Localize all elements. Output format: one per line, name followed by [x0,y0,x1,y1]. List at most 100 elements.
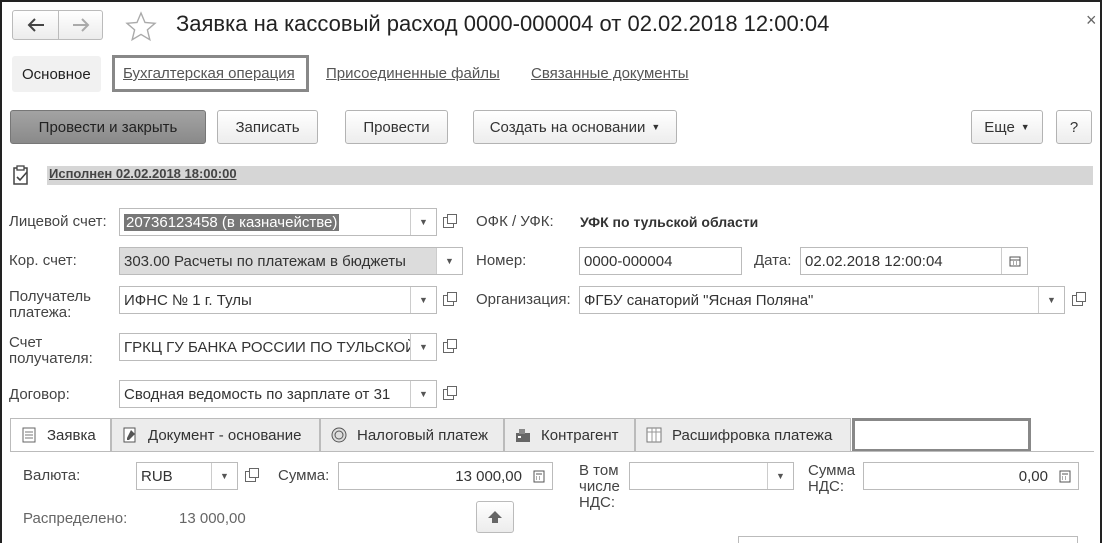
contract-field[interactable]: Сводная ведомость по зарплате от 31 ▼ [119,380,437,408]
arrow-left-icon [27,18,44,32]
number-field[interactable]: 0000-000004 [579,247,742,275]
chevron-down-icon[interactable]: ▼ [436,248,462,274]
currency-field[interactable]: RUB ▼ [136,462,238,490]
chevron-down-icon[interactable]: ▼ [410,334,436,360]
section-related[interactable]: Связанные документы [531,54,689,92]
chevron-down-icon[interactable]: ▼ [211,463,237,489]
contract-label: Договор: [9,386,70,403]
open-icon [244,467,259,482]
date-field[interactable]: 02.02.2018 12:00:04 [800,247,1028,275]
recipient-account-field[interactable]: ГРКЦ ГУ БАНКА РОССИИ ПО ТУЛЬСКОЙ ▼ [119,333,437,361]
clipboard-icon [11,165,31,187]
tab-request[interactable]: Заявка [10,418,111,452]
page-title: Заявка на кассовый расход 0000-000004 от… [176,11,830,36]
open-icon [442,213,457,228]
organization-value: ФГБУ санаторий "Ясная Поляна" [584,291,814,309]
more-button[interactable]: Еще ▼ [971,110,1043,144]
star-icon [125,11,157,42]
corr-account-value: 303.00 Расчеты по платежам в бюджеты [124,252,406,270]
date-value: 02.02.2018 12:00:04 [805,252,943,270]
tab-base-document-label: Документ - основание [148,426,302,444]
organization-field[interactable]: ФГБУ санаторий "Ясная Поляна" ▼ [579,286,1065,314]
create-based-on-label: Создать на основании [489,118,646,136]
corr-account-label: Кор. счет: [9,252,77,269]
arrow-right-icon [72,18,89,32]
account-field[interactable]: 20736123458 (в казначействе) ▼ [119,208,437,236]
open-icon [442,385,457,400]
help-button[interactable]: ? [1056,110,1092,144]
ofk-label: ОФК / УФК: [476,213,554,230]
open-currency-button[interactable] [239,462,261,490]
recipient-label: Получатель платежа: [9,288,91,321]
open-icon [442,338,457,353]
forward-button[interactable] [59,10,103,40]
more-label: Еще [984,118,1015,136]
open-icon [1071,291,1086,306]
open-organization-button[interactable] [1066,286,1088,314]
contract-value: Сводная ведомость по зарплате от 31 [124,385,391,403]
chevron-down-icon[interactable]: ▼ [410,287,436,313]
vat-included-field[interactable]: ▼ [629,462,794,490]
contractor-icon [516,429,530,442]
vat-sum-label: Сумма НДС: [808,462,856,495]
tab-payment-details[interactable]: Расшифровка платежа [635,418,851,452]
ofk-value: УФК по тульской области [580,214,759,230]
tab-contractor-label: Контрагент [541,426,619,444]
tab-base-document[interactable]: Документ - основание [111,418,320,452]
section-main[interactable]: Основное [12,56,101,92]
create-based-on-button[interactable]: Создать на основании ▼ [473,110,677,144]
currency-value: RUB [141,467,173,485]
chevron-down-icon[interactable]: ▼ [410,209,436,235]
chevron-down-icon[interactable]: ▼ [410,381,436,407]
vat-sum-field[interactable]: 0,00 [863,462,1079,490]
save-button[interactable]: Записать [217,110,318,144]
tab-tax-payment[interactable]: Налоговый платеж [320,418,504,452]
document-edit-icon [123,427,136,443]
number-label: Номер: [476,252,527,269]
sum-label: Сумма: [278,467,330,484]
vat-included-label: В том числе НДС: [579,462,620,511]
open-recipient-account-button[interactable] [437,333,459,361]
document-window: Заявка на кассовый расход 0000-000004 от… [0,0,1102,543]
open-contract-button[interactable] [437,380,459,408]
close-icon[interactable]: × [1086,10,1097,31]
arrow-up-icon [488,511,502,523]
calendar-icon[interactable] [1001,248,1027,274]
back-button[interactable] [12,10,59,40]
table-icon [646,427,662,443]
status-link[interactable]: Исполнен 02.02.2018 18:00:00 [49,166,237,181]
calculator-icon[interactable] [1052,463,1078,489]
date-label: Дата: [754,252,792,269]
coin-icon [331,427,347,443]
post-and-close-button[interactable]: Провести и закрыть [10,110,206,144]
section-files[interactable]: Присоединенные файлы [326,54,500,92]
sum-field[interactable]: 13 000,00 [338,462,553,490]
calculator-icon[interactable] [526,463,552,489]
chevron-down-icon[interactable]: ▼ [767,463,793,489]
favorite-button[interactable] [124,10,158,42]
account-label: Лицевой счет: [9,213,107,230]
account-value: 20736123458 (в казначействе) [124,213,340,231]
tab-contractor[interactable]: Контрагент [504,418,635,452]
chevron-down-icon: ▼ [1020,122,1030,132]
section-accounting[interactable]: Бухгалтерская операция [112,55,309,92]
corr-account-field[interactable]: 303.00 Расчеты по платежам в бюджеты ▼ [119,247,463,275]
distributed-value: 13 000,00 [179,510,246,527]
recipient-value: ИФНС № 1 г. Тулы [124,291,252,309]
open-recipient-button[interactable] [437,286,459,314]
sum-value: 13 000,00 [455,467,522,485]
chevron-down-icon[interactable]: ▼ [1038,287,1064,313]
open-account-button[interactable] [437,208,459,236]
distribute-up-button[interactable] [476,501,514,533]
open-icon [442,291,457,306]
number-value: 0000-000004 [584,252,673,270]
recipient-field[interactable]: ИФНС № 1 г. Тулы ▼ [119,286,437,314]
document-icon [22,427,36,443]
tab-payment-details-label: Расшифровка платежа [672,426,833,444]
tab-request-label: Заявка [47,426,96,444]
organization-label: Организация: [476,291,571,308]
partial-field[interactable] [738,536,1078,543]
highlight-box [852,418,1031,452]
recipient-account-label: Счет получателя: [9,334,93,367]
post-button[interactable]: Провести [345,110,448,144]
